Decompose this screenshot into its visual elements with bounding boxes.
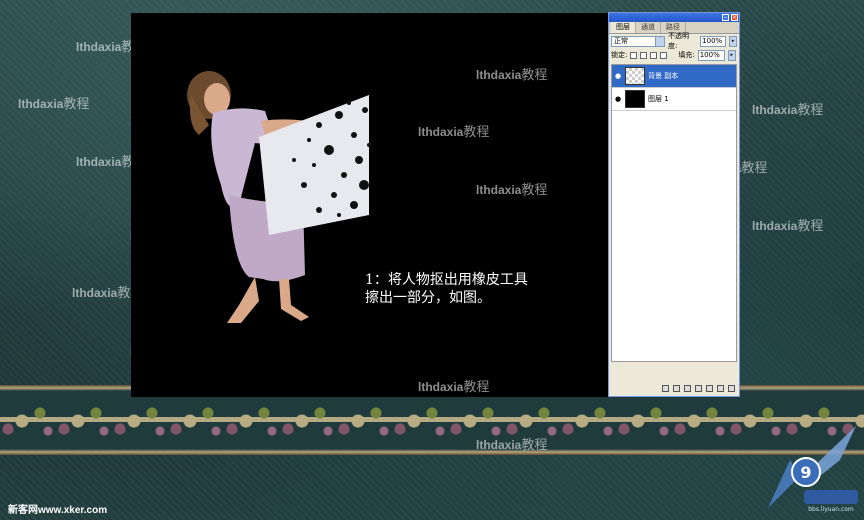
- layer-name: 图层 1: [648, 95, 669, 103]
- layer-thumbnail: [625, 90, 645, 108]
- layers-list: ● 背景 副本 ● 图层 1: [611, 64, 737, 362]
- caption-line-2: 擦出一部分，如图。: [365, 290, 491, 306]
- site-watermark: 新客网www.xker.com: [8, 505, 108, 516]
- new-group-icon[interactable]: [706, 385, 713, 392]
- layer-row[interactable]: ● 图层 1: [612, 88, 736, 111]
- new-layer-icon[interactable]: [717, 385, 724, 392]
- eye-icon[interactable]: ●: [614, 72, 622, 80]
- panel-titlebar[interactable]: – ×: [609, 13, 739, 22]
- lock-brush-icon[interactable]: [640, 51, 648, 59]
- watermark: lthdaxia教程: [476, 67, 548, 82]
- photoshop-canvas[interactable]: 1：将人物抠出用橡皮工具 擦出一部分，如图。 lthdaxia教程 lthdax…: [131, 13, 610, 397]
- watermark: lthdaxia教程: [418, 379, 490, 394]
- blend-opacity-row: 正常 不透明度: 100% ▸: [609, 32, 739, 50]
- floral-border-pattern: [0, 395, 864, 447]
- dancer-cutout-image: [187, 71, 371, 323]
- watermark: lthdaxia教程: [476, 437, 548, 452]
- blend-mode-select[interactable]: 正常: [611, 35, 665, 47]
- watermark: lthdaxia教程: [752, 102, 824, 117]
- eye-icon[interactable]: ●: [614, 95, 622, 103]
- trash-icon[interactable]: [728, 385, 735, 392]
- opacity-input[interactable]: 100%: [700, 35, 727, 47]
- link-layers-icon[interactable]: [662, 385, 669, 392]
- fill-label: 填充:: [678, 51, 695, 59]
- close-icon[interactable]: ×: [731, 14, 738, 21]
- opacity-label: 不透明度:: [667, 32, 689, 50]
- watermark: lthdaxia教程: [418, 124, 490, 139]
- fill-arrow-icon[interactable]: ▸: [727, 49, 736, 61]
- caption-line-1: 1：将人物抠出用橡皮工具: [365, 272, 528, 288]
- lock-label: 锁定:: [611, 51, 628, 59]
- site-logo: 9 bbs.liyuan.com: [768, 426, 858, 513]
- watermark: lthdaxia教程: [752, 218, 824, 233]
- tutorial-caption: 1：将人物抠出用橡皮工具 擦出一部分，如图。: [365, 271, 595, 307]
- watermark: lthdaxia教程: [476, 182, 548, 197]
- layer-mask-icon[interactable]: [684, 385, 691, 392]
- tab-layers[interactable]: 图层: [611, 22, 636, 33]
- adjustment-layer-icon[interactable]: [695, 385, 702, 392]
- layer-name: 背景 副本: [648, 72, 679, 80]
- lock-transparency-icon[interactable]: [630, 51, 638, 59]
- svg-text:bbs.liyuan.com: bbs.liyuan.com: [808, 506, 854, 513]
- minimize-icon[interactable]: –: [722, 14, 729, 21]
- layer-thumbnail: [625, 67, 645, 85]
- watermark: lthdaxia教程: [18, 96, 90, 111]
- panel-footer-toolbar: [609, 385, 739, 395]
- layer-style-icon[interactable]: [673, 385, 680, 392]
- tab-channels[interactable]: 通道: [636, 22, 661, 33]
- opacity-arrow-icon[interactable]: ▸: [729, 35, 737, 47]
- fill-input[interactable]: 100%: [697, 49, 725, 61]
- lock-move-icon[interactable]: [650, 51, 658, 59]
- layer-row[interactable]: ● 背景 副本: [612, 65, 736, 88]
- layers-panel: – × 图层 通道 路径 正常 不透明度: 100% ▸ 锁定: 填充: 100…: [608, 12, 740, 397]
- lock-all-icon[interactable]: [660, 51, 668, 59]
- svg-text:9: 9: [800, 463, 811, 482]
